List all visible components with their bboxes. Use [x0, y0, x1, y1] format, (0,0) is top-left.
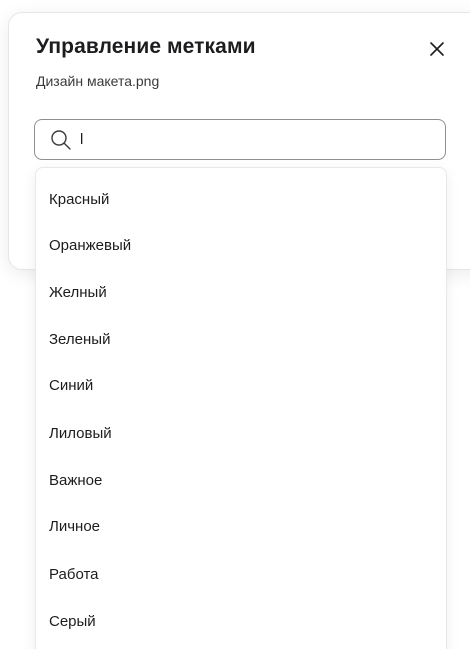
close-button[interactable]	[426, 38, 448, 60]
search-input[interactable]	[80, 131, 420, 148]
option-important[interactable]: Важное	[49, 470, 429, 492]
close-icon	[430, 42, 444, 56]
option-purple[interactable]: Лиловый	[49, 423, 429, 445]
option-green[interactable]: Зеленый	[49, 329, 429, 351]
option-blue[interactable]: Синий	[49, 375, 429, 397]
option-personal[interactable]: Личное	[49, 516, 429, 538]
search-field[interactable]	[34, 119, 446, 160]
option-red[interactable]: Красный	[49, 189, 429, 211]
file-name: Дизайн макета.png	[36, 73, 160, 89]
option-gray[interactable]: Серый	[49, 611, 429, 633]
search-icon	[50, 129, 72, 151]
option-orange[interactable]: Оранжевый	[49, 235, 429, 257]
option-yellow[interactable]: Желный	[49, 282, 429, 304]
label-manager-screen: Управление метками Дизайн макета.png Кра…	[0, 0, 470, 649]
dialog-title: Управление метками	[36, 35, 256, 58]
option-work[interactable]: Работа	[49, 564, 429, 586]
label-dropdown: Красный Оранжевый Желный Зеленый Синий Л…	[35, 167, 447, 649]
